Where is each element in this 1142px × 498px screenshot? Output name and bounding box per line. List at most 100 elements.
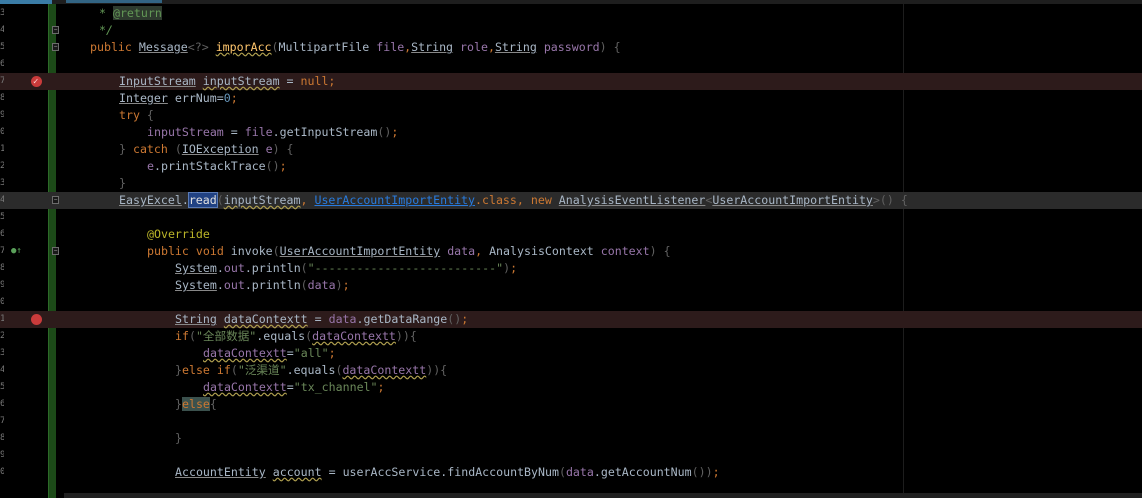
line-number[interactable]: 3 — [0, 5, 4, 22]
code-text[interactable]: */ — [99, 22, 113, 39]
code-text[interactable]: System.out.println("--------------------… — [175, 260, 517, 277]
code-text[interactable]: inputStream = file.getInputStream(); — [147, 124, 398, 141]
code-line[interactable]: 1 String dataContextt = data.getDataRange… — [0, 311, 1142, 328]
code-text[interactable]: public Message<?> imporAcc(MultipartFile… — [90, 39, 621, 56]
code-text[interactable]: * @return — [99, 5, 162, 22]
code-token: ( — [167, 142, 182, 156]
code-text[interactable]: InputStream inputStream = null; — [119, 73, 335, 90]
code-line[interactable]: 0 — [0, 294, 1142, 311]
line-number[interactable]: 2 — [0, 328, 4, 345]
line-number[interactable]: 5 — [0, 39, 4, 56]
code-token: .equals — [286, 363, 336, 377]
fold-toggle-icon[interactable]: − — [52, 26, 59, 34]
line-number[interactable]: 7 — [0, 243, 4, 260]
code-text[interactable]: dataContextt="all"; — [203, 345, 336, 362]
code-text[interactable]: if("全部数据".equals(dataContextt)){ — [175, 328, 417, 345]
fold-toggle-icon[interactable]: − — [52, 196, 59, 204]
line-number[interactable]: 5 — [0, 379, 4, 396]
code-line[interactable]: 5 — [0, 209, 1142, 226]
line-number[interactable]: 9 — [0, 107, 4, 124]
line-number[interactable]: 6 — [0, 226, 4, 243]
breakpoint-verified-icon[interactable] — [31, 74, 42, 91]
line-number[interactable]: 0 — [0, 294, 4, 311]
code-text[interactable]: @Override — [147, 226, 210, 243]
code-line[interactable]: 7 ●↑ − public void invoke(UserAccountImport… — [0, 243, 1142, 260]
code-line[interactable]: 8 Integer errNum=0; — [0, 90, 1142, 107]
line-number[interactable]: 0 — [0, 464, 4, 481]
code-token: file — [244, 125, 273, 139]
code-line[interactable]: 2 e.printStackTrace(); — [0, 158, 1142, 175]
code-text[interactable]: } catch (IOException e) { — [119, 141, 294, 158]
code-line[interactable]: 5 − public Message<?> imporAcc(MultipartFi… — [0, 39, 1142, 56]
horizontal-scrollbar[interactable] — [64, 493, 1142, 498]
breakpoint-icon[interactable] — [31, 314, 42, 325]
code-text[interactable]: }else{ — [175, 396, 217, 413]
line-number[interactable]: 1 — [0, 311, 4, 328]
code-text[interactable]: String dataContextt = data.getDataRange(… — [175, 311, 468, 328]
code-line[interactable]: 7 InputStream inputStream = null; — [0, 73, 1142, 91]
code-line[interactable]: 9 — [0, 447, 1142, 464]
code-token: InputStream — [119, 74, 196, 88]
code-line[interactable]: 8} — [0, 430, 1142, 447]
code-text[interactable]: EasyExcel.read(inputStream, UserAccountI… — [119, 192, 908, 209]
code-text[interactable]: System.out.println(data); — [175, 277, 350, 294]
code-token: MultipartFile — [278, 40, 377, 54]
code-line[interactable]: 1 } catch (IOException e) { — [0, 141, 1142, 158]
line-number[interactable]: 4 — [0, 362, 4, 379]
line-number[interactable]: 8 — [0, 90, 4, 107]
code-line[interactable]: 4 − EasyExcel.read(inputStream, UserAccoun… — [0, 192, 1142, 209]
line-number[interactable]: 9 — [0, 277, 4, 294]
code-text[interactable]: }else if("泛渠道".equals(dataContextt)){ — [175, 362, 447, 379]
code-line[interactable]: 2 if("全部数据".equals(dataContextt)){ — [0, 328, 1142, 345]
code-line[interactable]: 3} — [0, 175, 1142, 192]
line-number[interactable]: 6 — [0, 396, 4, 413]
code-text[interactable]: } — [175, 430, 182, 447]
code-text[interactable]: public void invoke(UserAccountImportEnti… — [147, 243, 671, 260]
code-token: String — [494, 40, 537, 54]
line-number[interactable]: 7 — [0, 413, 4, 430]
code-line[interactable]: 6 @Override — [0, 226, 1142, 243]
line-number[interactable]: 4 — [0, 22, 4, 39]
code-editor[interactable]: 3 * @return 4 − */ 5 − public Message<?> imporA… — [0, 5, 1142, 481]
code-text[interactable]: Integer errNum=0; — [119, 90, 238, 107]
code-line[interactable]: 9 System.out.println(data); — [0, 277, 1142, 294]
code-token: ( — [216, 193, 224, 207]
code-line[interactable]: 4 }else if("泛渠道".equals(dataContextt)){ — [0, 362, 1142, 379]
line-number[interactable]: 2 — [0, 158, 4, 175]
code-line[interactable]: 9 try { — [0, 107, 1142, 124]
code-line[interactable]: 3 dataContextt="all"; — [0, 345, 1142, 362]
code-line[interactable]: 0 AccountEntity account = userAccService.… — [0, 464, 1142, 481]
code-line[interactable]: 3 * @return — [0, 5, 1142, 22]
code-token: @Override — [147, 227, 210, 241]
line-number[interactable]: 8 — [0, 260, 4, 277]
fold-toggle-icon[interactable]: − — [52, 247, 59, 255]
line-number[interactable]: 5 — [0, 209, 4, 226]
line-number[interactable]: 0 — [0, 124, 4, 141]
line-number[interactable]: 3 — [0, 175, 4, 192]
line-number[interactable]: 9 — [0, 447, 4, 464]
code-line[interactable]: 7 — [0, 413, 1142, 430]
code-token: e — [147, 159, 154, 173]
code-line[interactable]: 6 — [0, 56, 1142, 73]
line-number[interactable]: 1 — [0, 141, 4, 158]
line-number[interactable]: 7 — [0, 73, 4, 90]
code-line[interactable]: 8 System.out.println("-------------------… — [0, 260, 1142, 277]
line-number[interactable]: 3 — [0, 345, 4, 362]
code-text[interactable]: dataContextt="tx_channel"; — [203, 379, 385, 396]
code-line[interactable]: 5 dataContextt="tx_channel"; — [0, 379, 1142, 396]
line-number[interactable]: 8 — [0, 430, 4, 447]
line-number[interactable]: 6 — [0, 56, 4, 73]
code-line[interactable]: 0 inputStream = file.getInputStream(); — [0, 124, 1142, 141]
code-token: String — [411, 40, 454, 54]
code-text[interactable]: } — [119, 175, 126, 192]
code-text[interactable]: try { — [119, 107, 154, 124]
code-text[interactable]: e.printStackTrace(); — [147, 158, 287, 175]
code-line[interactable]: 4 − */ — [0, 22, 1142, 39]
code-text[interactable]: AccountEntity account = userAccService.f… — [175, 464, 720, 481]
fold-toggle-icon[interactable]: − — [52, 43, 59, 51]
override-method-icon[interactable]: ●↑ — [11, 243, 22, 260]
code-token: . — [216, 278, 224, 292]
code-token: = — [321, 465, 343, 479]
line-number[interactable]: 4 — [0, 192, 4, 209]
code-line[interactable]: 6 }else{ — [0, 396, 1142, 413]
